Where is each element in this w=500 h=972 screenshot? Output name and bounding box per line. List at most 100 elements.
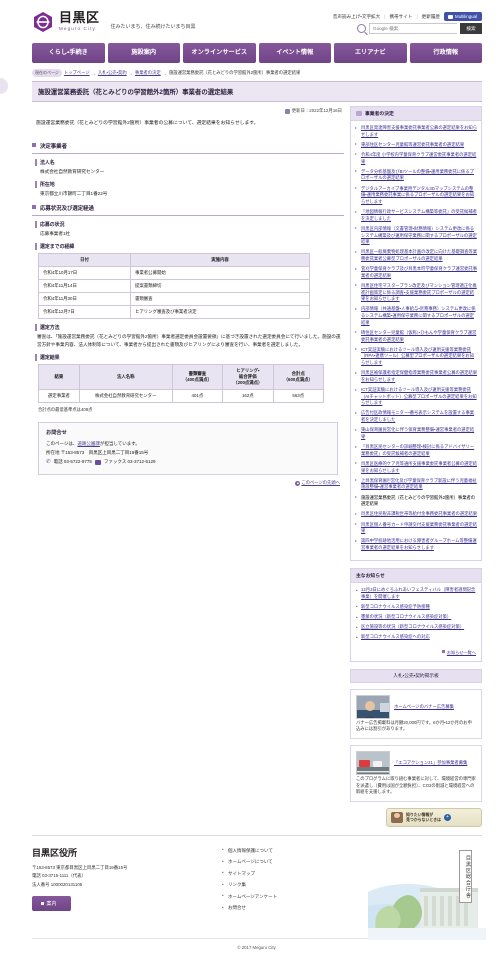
nav-item-events[interactable]: イベント情報	[258, 43, 331, 63]
breadcrumb-link-top[interactable]: トップページ	[64, 70, 90, 76]
footer-link-list: 個人情報保護について ホームページについて サイトマップ リンク集 ホームページ…	[222, 846, 277, 932]
footer-telephone: 電話 03-3715-1111（代表）	[32, 873, 86, 879]
news-link[interactable]: 新型コロナウイルス感染症への対応	[361, 634, 430, 639]
breadcrumb-link-vendor-decision[interactable]: 事業者の決定	[135, 70, 161, 76]
schedule-content: 事業者公募開始	[130, 265, 310, 280]
schedule-date: 令和4年10月17日	[38, 265, 131, 280]
util-link-mobile[interactable]: 携帯サイト	[389, 14, 412, 20]
table-row: 令和4年12月7日 ヒアリング審査及び事業者決定	[38, 304, 310, 319]
table-row: 選定事業者 株式会社自然教育研究センター 401点 162点 563点	[38, 389, 325, 404]
sidebar-link[interactable]: 令和4年度 小学校内学童保育クラブ運営委託事業者の選定結果	[361, 152, 476, 164]
util-link-accessibility[interactable]: 音声読み上げ・文字拡大	[333, 14, 381, 20]
sidebar-link[interactable]: 「目黒区民センターの詳細整理・検討に係るアドバイザリー業務委託」の受託候補者の選…	[361, 444, 474, 456]
sidebar-link[interactable]: デジタルアーカイブ事業用デジタル3Dマップシステムの整備・運用業務委託事業に係る…	[361, 186, 474, 204]
sidebar-link[interactable]: 目黒区住民税非課税世帯等給付金事務委託事業者の選定結果	[361, 511, 477, 516]
sidebar-link[interactable]: 第四中学校跡地活用における障害者グループホーム等整備運営事業者の選定結果をお知ら…	[361, 538, 477, 550]
list-item: ホームページアンケート	[222, 893, 277, 900]
phone-icon: ✆	[46, 459, 51, 466]
result-col-total: 合計点 （600点満点）	[272, 363, 325, 391]
sidebar-link[interactable]: 「地図情報行政サービスシステム構築等委託」の受託候補者を決定しました	[361, 209, 477, 221]
footer-link-survey[interactable]: ホームページアンケート	[228, 894, 277, 899]
label-application-status: 応募の状況	[35, 220, 344, 228]
arrow-up-icon: ▲	[295, 480, 301, 486]
footer-guide-button[interactable]: 案内	[32, 895, 71, 911]
sidebar-link[interactable]: データ分析基盤及びBIツールの整備・運用業務委託に係るプロポーザルの選定結果	[361, 169, 474, 181]
search-input[interactable]	[369, 23, 457, 34]
schedule-content: 書類審査	[130, 291, 310, 306]
sidebar-link[interactable]: 目黒区医療的ケア児等通所支援事業委託事業者公募の選定結果をお知らせします	[361, 461, 477, 473]
list-item: 上目黒保育園민営化及び学童保育クラブ新設に伴う児童福祉施設整備・運営事業者の選定…	[355, 478, 477, 491]
footer-link-about-site[interactable]: ホームページについて	[228, 859, 273, 864]
sidebar-link[interactable]: 目黒区内部情報（文書管理・財務情報）システム更改に係るシステム構築及び運用保守業…	[361, 226, 477, 244]
schedule-col-content: 実施内容	[130, 252, 310, 267]
page-top-link[interactable]: このページの先頭へ	[301, 480, 340, 485]
contact-telephone: 電話 03-5722-9775	[53, 459, 92, 465]
sidebar-link[interactable]: 目黒区一般廃棄物処理基本計画の改定に向けた基礎調査等業務委託業者公募型プロポーザ…	[361, 249, 477, 261]
sidebar-link[interactable]: ICT実証実験におけるツール導入及び運用支援等業務委託（AIチャットボット）公募…	[361, 387, 477, 405]
ad-link[interactable]: ホームページのバナー広告募集	[394, 704, 454, 709]
sidebar-link[interactable]: 目黒区被保護者指定保健指導業務委託事業者公募の選定結果をお知らせします	[361, 370, 477, 382]
list-item: 新型コロナウイルス感染症への対応	[356, 634, 476, 641]
ad-link[interactable]: 「エコアクション21」参加事業者募集	[394, 760, 467, 765]
footer-link-links[interactable]: リンク集	[228, 882, 246, 887]
nav-item-area-navi[interactable]: エリアナビ	[334, 43, 407, 63]
footer-link-sitemap[interactable]: サイトマップ	[228, 871, 255, 876]
util-link-update-history[interactable]: 更新履歴	[422, 14, 440, 20]
header-utility-links: 音声読み上げ・文字拡大 | 携帯サイト | 更新履歴 Multilingual	[333, 12, 482, 21]
footer-link-privacy[interactable]: 個人情報保護について	[228, 848, 273, 853]
list-item: 目黒区発達障害支援事業委託事業者公募の選定結果をお知らせします	[355, 125, 477, 138]
list-item: 目黒区一般廃棄物処理基本計画の改定に向けた基礎調査等業務委託業者公募型プロポーザ…	[355, 249, 477, 262]
sidebar-link[interactable]: 東山保育園民営化に伴う保育業務整備・運営事業者の選定結果	[361, 427, 474, 439]
sidebar-link[interactable]: 目黒区住宅マスタープラン改定及びマンション管理適正化推進計画策定に係る調査・支援…	[361, 283, 477, 301]
label-selection-result: 選定結果	[35, 353, 344, 361]
footer-link-contact[interactable]: お問合せ	[228, 905, 246, 910]
list-item: デジタルアーカイブ事業用デジタル3Dマップシステムの整備・運用業務委託事業に係る…	[355, 186, 477, 206]
result-col-doc-review: 書類審査 （400点満点）	[171, 363, 224, 391]
list-item: 施設運営業務委託（花とみどりの学習館外2箇所）事業者の選定結果	[355, 495, 477, 508]
nav-item-kurashi[interactable]: くらし・手続き	[32, 43, 105, 63]
nav-item-facilities[interactable]: 施設案内	[107, 43, 180, 63]
sidebar-link[interactable]: 内部情報（共通基盤・人事給与・庶務事務）システム更改に係るシステム構築・運用保守…	[361, 306, 476, 324]
sidebar-link[interactable]: 広告付区政情報モニター・番号表示システムを設置する事業者を決定しました	[361, 410, 474, 422]
list-item: 「地図情報行政サービスシステム構築等委託」の受託候補者を決定しました	[355, 209, 477, 222]
bullet-icon	[41, 902, 44, 905]
text-selection-method: 審査は、「施設運営業務委託（花とみどりの学習館外2箇所）事業者選定委員会設置要領…	[37, 333, 341, 347]
logo-wordmark: 目黒区 Meguro City	[59, 12, 100, 31]
list-item: 個人情報保護について	[222, 847, 277, 854]
main-content: 更新日：2022年12月16日 施設運営業務委託（花とみどりの学習館外2箇所）事…	[32, 106, 344, 486]
bullet-square-icon	[441, 649, 445, 653]
news-link[interactable]: 区立施設等の状況（新型コロナウイルス感染症対策）	[361, 624, 464, 629]
news-link[interactable]: 墨蒙の状況（新型コロナウイルス感染症対策）	[361, 614, 451, 619]
sidebar-link[interactable]: 東部住区センター児童館等運営委託事業者の選定結果	[361, 142, 464, 147]
search-button[interactable]: 検索	[460, 23, 482, 34]
news-link[interactable]: 新型コロナウイルス感染症予防接種	[361, 604, 430, 609]
sidebar-link[interactable]: 菅刈学童保育クラブ及び目黒本町学童保育クラブ運営委託事業者の選定結果	[361, 266, 477, 278]
sidebar-link[interactable]: ICT実証実験におけるツール導入及び運用支援等業務委託（RPA・連携ツール）公募…	[361, 347, 474, 365]
news-more-link[interactable]: お知らせ一覧へ	[447, 650, 476, 655]
content-columns: 更新日：2022年12月16日 施設運営業務委託（花とみどりの学習館外2箇所）事…	[24, 102, 490, 827]
breadcrumb-link-bids[interactable]: 入札・公売・契約	[98, 70, 127, 76]
footer-corporate-number: 法人番号 1000020131105	[32, 881, 83, 887]
multilingual-button[interactable]: Multilingual	[444, 12, 482, 21]
contact-prefix: このページは、	[46, 441, 78, 447]
contact-department-line: このページは、道路公園課が担当しています。	[46, 440, 330, 449]
list-item: 広告付区政情報モニター・番号表示システムを設置する事業者を決定しました	[355, 410, 477, 423]
site-header: 目黒区 Meguro City 住みたいまち、住み続けたいまち目黒 音声読み上げ…	[24, 6, 490, 40]
sidebar-link[interactable]: 目黒区発達障害支援事業委託事業者公募の選定結果をお知らせします	[361, 125, 477, 137]
help-banner-button[interactable]: 知りたい情報が 見つからないときは +	[386, 807, 482, 827]
list-item: 墨蒙の状況（新型コロナウイルス感染症対策）	[356, 614, 476, 621]
calendar-icon	[284, 108, 290, 114]
contact-department-link[interactable]: 道路公園課	[77, 441, 100, 446]
sidebar-link[interactable]: 碑住区センター児童館（仮称）・ひもんや学童保育クラブ運営委託事業者の選定結果	[361, 330, 476, 342]
nav-item-administration[interactable]: 行政情報	[409, 43, 482, 63]
globe-icon	[448, 14, 454, 19]
sidebar-link[interactable]: 目黒区個人番号カード申請交付支援業務委託事業者の選定結果	[361, 522, 477, 534]
nav-item-online-services[interactable]: オンラインサービス	[183, 43, 256, 63]
news-link[interactable]: 12月3日にめぐろふれあいフェスティバル（障害者週間記念事業）を開催します	[361, 587, 475, 599]
footer-guide-label: 案内	[46, 900, 57, 907]
sidebar-link[interactable]: 上目黒保育園민営化及び学童保育クラブ新設に伴う児童福祉施設整備・運営事業者の選定…	[361, 478, 477, 490]
ad-text-block: ホームページのバナー広告募集	[394, 695, 454, 719]
breadcrumb-current: 施設運営業務委託（花とみどりの学習館外2箇所）事業者の選定結果	[169, 70, 301, 75]
result-corp-name: 株式会社自然教育研究センター	[78, 389, 173, 404]
list-item: 目黒区個人番号カード申請交付支援業務委託事業者の選定結果	[355, 522, 477, 535]
